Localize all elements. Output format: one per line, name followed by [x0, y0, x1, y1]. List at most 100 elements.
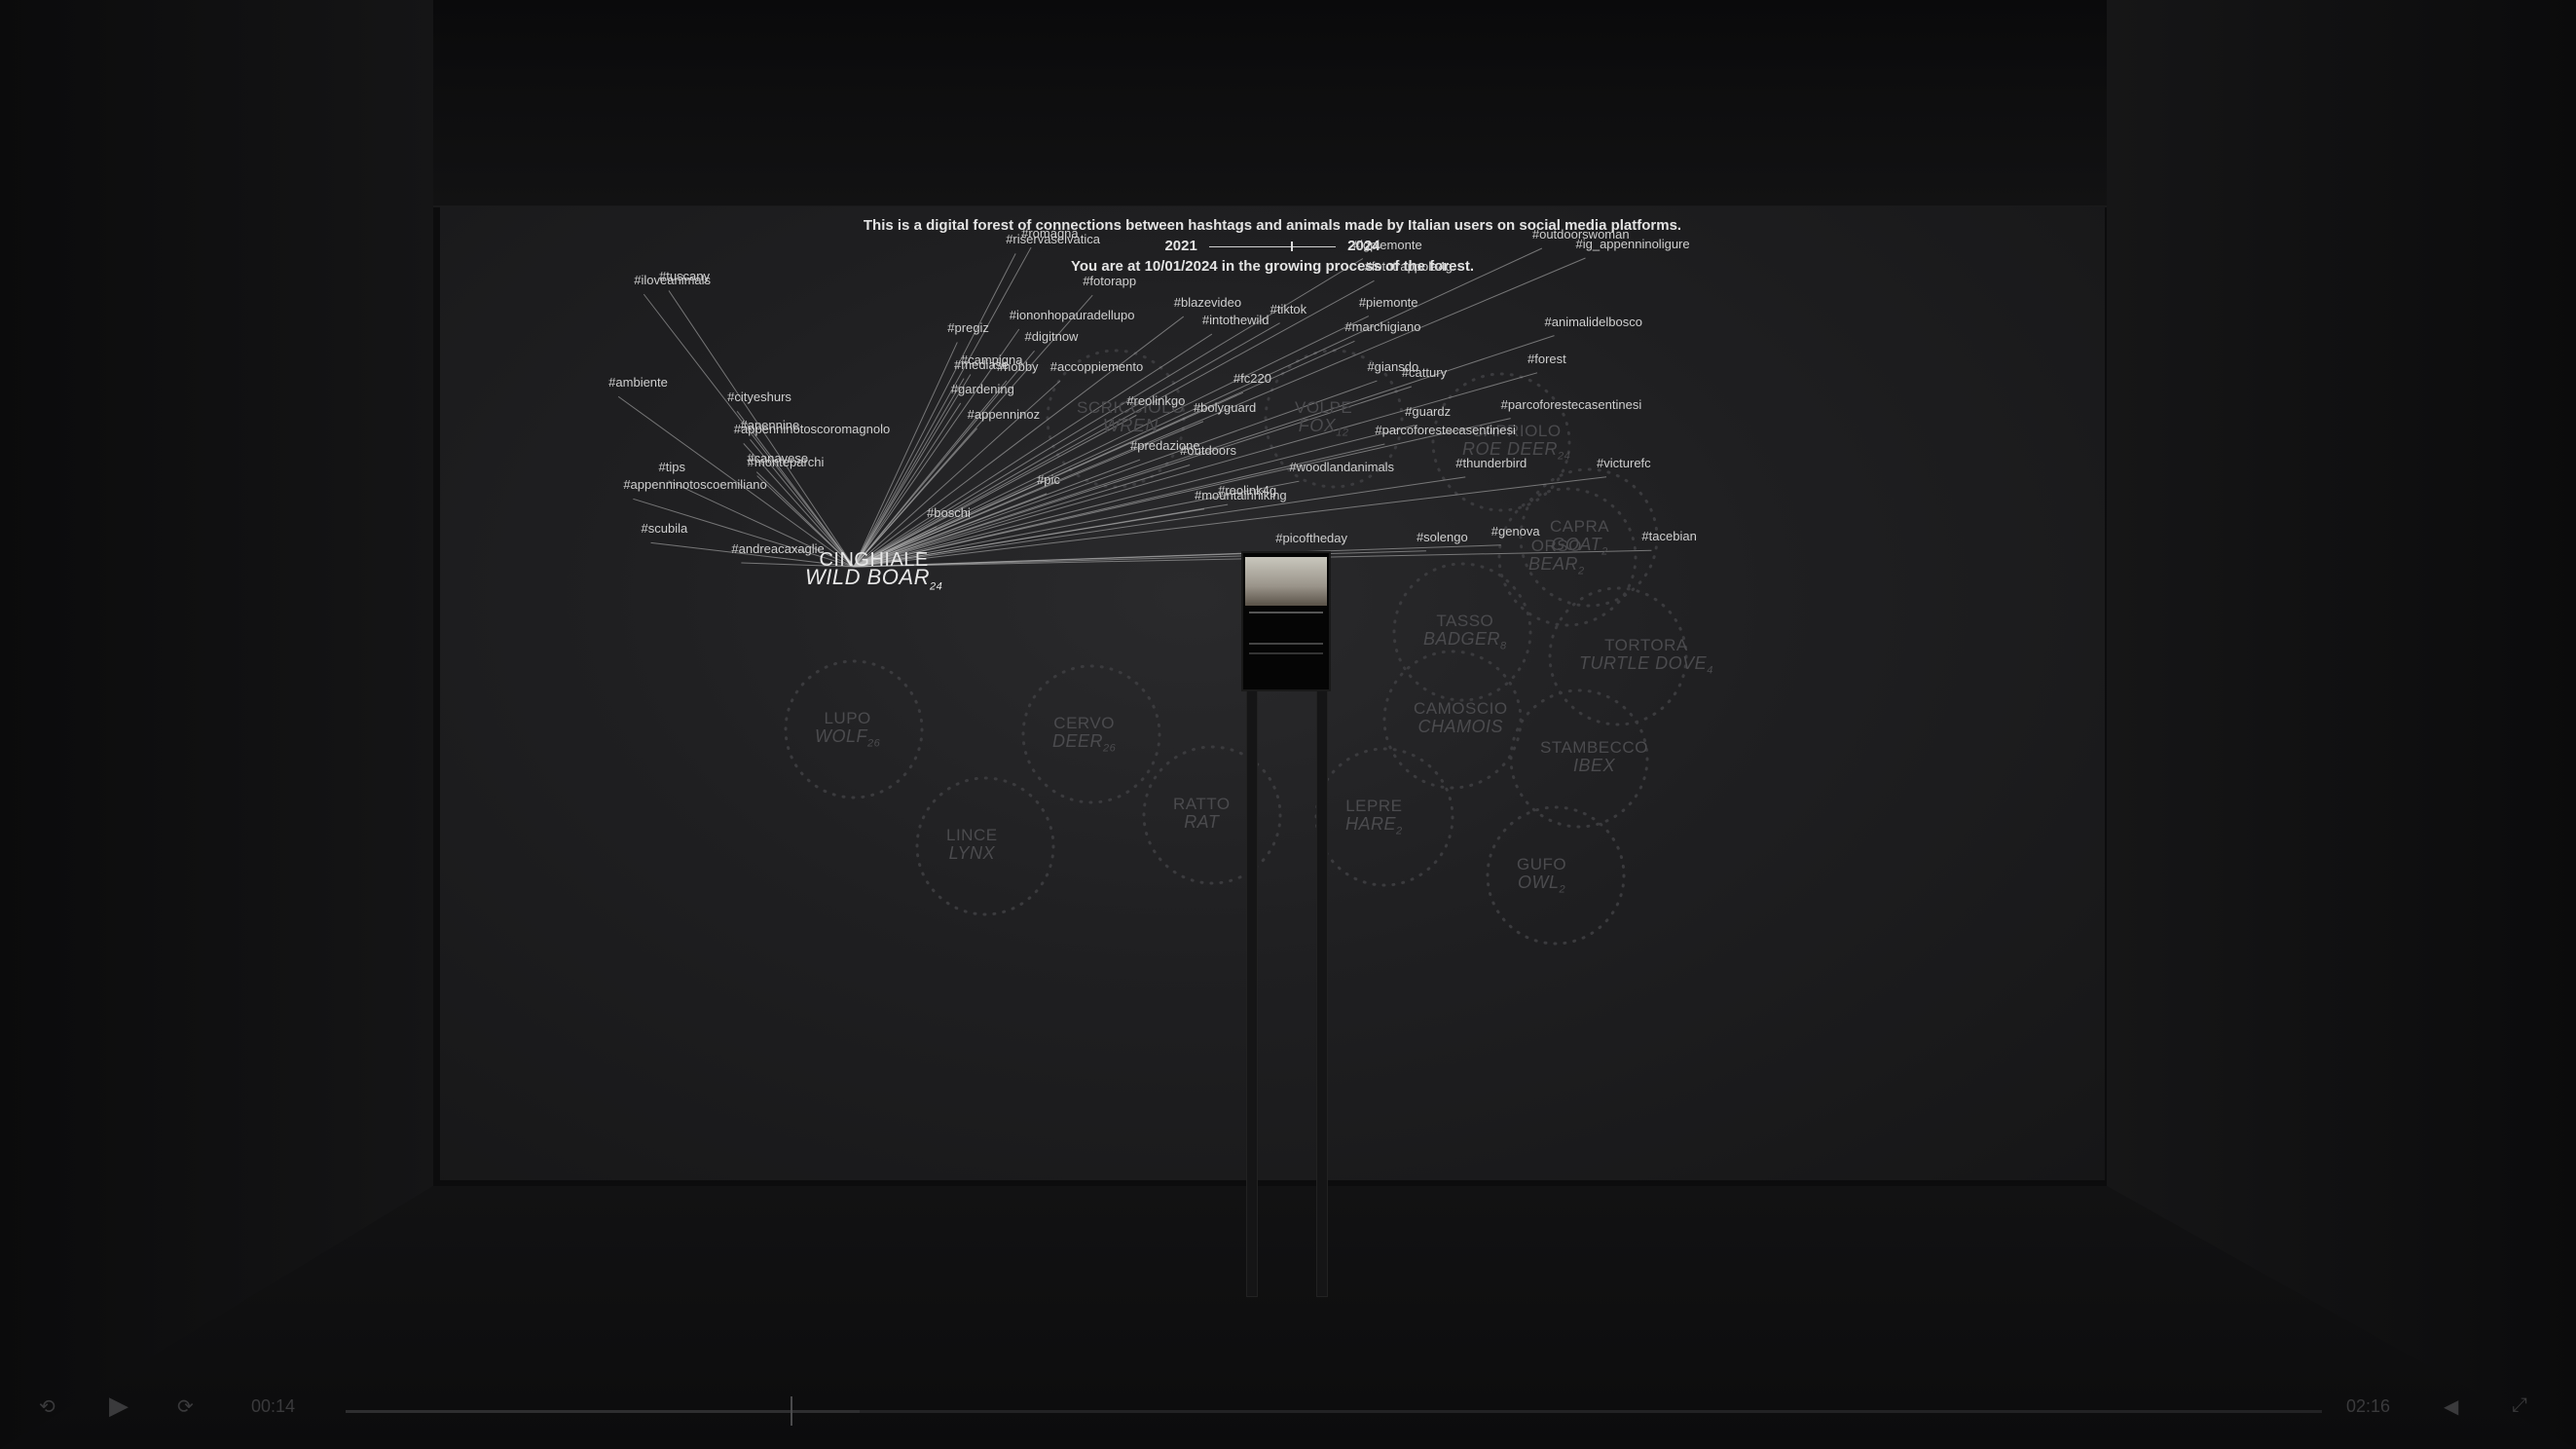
hashtag-label: #fototrappola4g [1364, 259, 1453, 275]
animal-count: 4 [1707, 664, 1713, 677]
animal-english-name: OWL2 [1517, 873, 1566, 896]
hashtag-label: #genova [1490, 523, 1540, 539]
animal-italian-name: CAMOSCIO [1414, 699, 1508, 718]
animal-english-name: HARE2 [1345, 814, 1403, 837]
animal-node-wolf: LUPO WOLF26 [815, 710, 880, 753]
animal-node-deer: CERVO DEER26 [1052, 715, 1116, 758]
kiosk-leg-right [1316, 633, 1328, 1297]
animal-italian-name: TORTORA [1604, 636, 1688, 654]
animal-english-name: WOLF26 [815, 726, 881, 750]
animal-count: 8 [1500, 640, 1507, 652]
animal-italian-name: GUFO [1517, 855, 1567, 873]
kiosk-text-line [1249, 643, 1323, 645]
animal-count: 24 [1558, 450, 1571, 463]
animal-italian-name: RATTO [1173, 795, 1231, 813]
hashtag-label: #parcoforestecasentinesi [1375, 422, 1516, 437]
animal-count: 26 [867, 737, 881, 750]
rewind-icon[interactable]: ⟲ [39, 1394, 55, 1419]
forward-icon[interactable]: ⟳ [177, 1394, 194, 1419]
hashtag-label: #tuscany [658, 269, 711, 284]
hashtag-label: #monteparchi [747, 454, 825, 469]
volume-icon[interactable]: ◀ [2444, 1394, 2458, 1419]
hashtag-label: #bolyguard [1193, 399, 1257, 415]
kiosk-screen[interactable] [1241, 551, 1331, 691]
animal-english-name: CHAMOIS [1417, 717, 1504, 736]
hashtag-label: #parcoforestecasentinesi [1500, 396, 1642, 412]
hashtag-label: #tacebian [1641, 529, 1697, 544]
animal-node-fox: VOLPE FOX12 [1295, 399, 1352, 442]
kiosk-text-line [1249, 652, 1323, 654]
animal-english-name: RAT [1184, 812, 1220, 832]
kiosk-leg-left [1246, 633, 1258, 1297]
animal-italian-name: LINCE [946, 826, 998, 844]
animal-node-badger: TASSO BADGER8 [1423, 613, 1507, 655]
animal-count: 26 [1103, 742, 1117, 755]
animal-italian-name: LUPO [824, 709, 871, 727]
hashtag-label: #appenninotoscoemiliano [623, 477, 767, 493]
animal-count: 24 [929, 580, 943, 593]
animal-count: 2 [1559, 883, 1566, 896]
animal-node-turtledove: TORTORA TURTLE DOVE4 [1579, 637, 1713, 680]
hashtag-label: #iononhopauradellupo [1009, 308, 1135, 323]
kiosk-divider [1249, 612, 1323, 613]
animal-english-name: TURTLE DOVE4 [1579, 653, 1713, 677]
hashtag-label: #animalidelbosco [1544, 314, 1642, 329]
playhead[interactable] [790, 1396, 792, 1426]
animal-count: 12 [1336, 427, 1349, 439]
animal-node-owl: GUFO OWL2 [1517, 856, 1566, 899]
animal-english-name: WILD BOAR24 [805, 565, 943, 593]
animal-node-rat: RATTO RAT [1173, 795, 1231, 832]
hashtag-label: #forest [1527, 351, 1566, 366]
hashtag-label: #outdoorswoman [1531, 227, 1630, 242]
hashtag-label: #igpiemonte [1352, 237, 1422, 252]
hashtag-label: #digitnow [1024, 329, 1079, 345]
hashtag-label: #gardening [950, 381, 1014, 396]
animal-node-wildboar: CINGHIALE WILD BOAR24 [805, 550, 943, 595]
animal-english-name: FOX12 [1298, 416, 1349, 439]
hashtag-label: #campigna [960, 353, 1023, 368]
hashtag-label: #piemonte [1358, 294, 1418, 310]
hashtag-label: #mountainhiking [1194, 487, 1287, 502]
animal-italian-name: CERVO [1053, 714, 1115, 732]
hashtag-label: #andreacaxaglie [731, 540, 825, 556]
hashtag-label: #solengo [1416, 529, 1468, 544]
hashtag-label: #accoppiemento [1049, 359, 1144, 375]
animal-node-bear: ORSO BEAR2 [1528, 538, 1585, 580]
animal-english-name: BADGER8 [1423, 629, 1507, 652]
play-icon[interactable]: ▶ [109, 1391, 129, 1421]
animal-count: 2 [1601, 545, 1608, 558]
hashtag-label: #outdoors [1180, 443, 1236, 459]
animal-node-hare: LEPRE HARE2 [1345, 798, 1403, 840]
fullscreen-icon[interactable]: ⤢ [2512, 1394, 2527, 1417]
animal-node-ibex: STAMBECCO IBEX [1540, 739, 1648, 775]
kiosk-photo [1245, 557, 1327, 606]
hashtag-label: #fc220 [1233, 371, 1271, 387]
hashtag-label: #apennine [740, 418, 800, 433]
hashtag-label: #woodlandanimals [1289, 460, 1395, 475]
elapsed-time: 00:14 [251, 1396, 296, 1416]
animal-italian-name: CAPRA [1550, 517, 1610, 536]
hashtag-label: #appenninoz [967, 406, 1041, 422]
hashtag-label: #intothewild [1201, 313, 1270, 328]
animal-italian-name: TASSO [1436, 612, 1494, 630]
animal-english-name: DEER26 [1052, 731, 1117, 755]
video-frame: This is a digital forest of connections … [0, 0, 2576, 1449]
animal-english-name: BEAR2 [1528, 554, 1585, 577]
hashtag-label: #victurefc [1597, 455, 1651, 470]
hashtag-label: #fotorapp [1083, 274, 1137, 289]
animal-node-chamois: CAMOSCIO CHAMOIS [1414, 699, 1508, 736]
hashtag-label: #blazevideo [1173, 295, 1242, 311]
animal-english-name: IBEX [1572, 756, 1615, 775]
hashtag-label: #tiktok [1270, 301, 1307, 316]
animal-english-name: WREN [1102, 416, 1159, 435]
hashtag-label: #cityeshurs [727, 390, 791, 405]
animal-italian-name: LEPRE [1345, 797, 1403, 815]
hashtag-label: #cattury [1401, 364, 1448, 380]
hashtag-label: #marchigiano [1344, 319, 1421, 335]
animal-english-name: LYNX [948, 843, 995, 863]
progress-bar[interactable] [346, 1396, 2322, 1426]
hashtag-label: #ambiente [608, 375, 668, 390]
animal-italian-name: ORSO [1530, 537, 1582, 555]
hashtag-label: #reolinkgo [1126, 393, 1186, 409]
animal-node-lynx: LINCE LYNX [946, 826, 998, 863]
